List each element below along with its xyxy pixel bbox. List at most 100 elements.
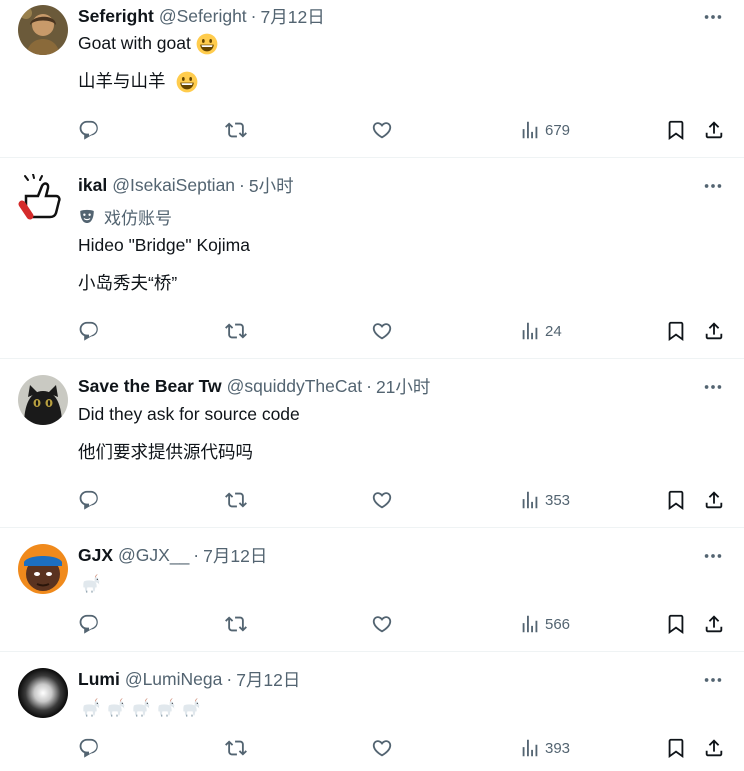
user-handle[interactable]: @squiddyTheCat xyxy=(227,376,362,397)
avatar[interactable] xyxy=(18,668,68,718)
timestamp[interactable]: 7月12日 xyxy=(236,667,300,692)
reply-button[interactable] xyxy=(78,118,100,142)
bar-chart-icon xyxy=(519,489,541,511)
share-button[interactable] xyxy=(703,319,725,343)
tweet[interactable]: ikal @IsekaiSeptian · 5小时 戏仿账号 Hideo "Br… xyxy=(0,158,744,359)
more-options-icon[interactable] xyxy=(702,545,724,567)
bookmark-button[interactable] xyxy=(665,319,687,343)
share-button[interactable] xyxy=(703,488,725,512)
reply-button[interactable] xyxy=(78,736,100,760)
action-bar: 566 xyxy=(78,612,726,636)
parody-label: 戏仿账号 xyxy=(104,209,172,228)
retweet-icon xyxy=(225,119,247,141)
like-button[interactable] xyxy=(371,488,393,512)
more-options-icon[interactable] xyxy=(702,175,724,197)
views-button[interactable]: 353 xyxy=(519,488,570,512)
action-bar: 679 xyxy=(78,118,726,142)
tweet-header: Save the Bear Tw @squiddyTheCat · 21小时 xyxy=(78,375,430,397)
goat-emoji-icon xyxy=(178,696,202,720)
views-count: 679 xyxy=(545,121,571,139)
goat-emoji-icon xyxy=(128,696,152,720)
avatar[interactable] xyxy=(18,5,68,55)
tweet-header: ikal @IsekaiSeptian · 5小时 xyxy=(78,174,294,196)
theater-mask-icon xyxy=(80,209,94,223)
parody-account-badge: 戏仿账号 xyxy=(78,204,172,229)
display-name[interactable]: ikal xyxy=(78,175,107,196)
share-button[interactable] xyxy=(703,736,725,760)
views-button[interactable]: 393 xyxy=(519,736,570,760)
share-icon xyxy=(703,613,725,635)
display-name[interactable]: Lumi xyxy=(78,669,120,690)
retweet-button[interactable] xyxy=(225,612,247,636)
reply-button[interactable] xyxy=(78,319,100,343)
retweet-button[interactable] xyxy=(225,319,247,343)
retweet-button[interactable] xyxy=(225,736,247,760)
separator: · xyxy=(250,5,257,26)
share-icon xyxy=(703,320,725,342)
share-button[interactable] xyxy=(703,118,725,142)
views-button[interactable]: 24 xyxy=(519,319,562,343)
tweet-text-content: Goat with goat xyxy=(78,33,191,53)
tweet-header: Lumi @LumiNega · 7月12日 xyxy=(78,668,300,690)
display-name[interactable]: GJX xyxy=(78,545,113,566)
bar-chart-icon xyxy=(519,613,541,635)
more-options-icon[interactable] xyxy=(702,669,724,691)
timestamp[interactable]: 7月12日 xyxy=(203,543,267,568)
tweet-header: GJX @GJX__ · 7月12日 xyxy=(78,544,267,566)
bookmark-icon xyxy=(665,119,687,141)
timestamp[interactable]: 21小时 xyxy=(376,374,430,399)
avatar[interactable] xyxy=(18,544,68,594)
views-button[interactable]: 679 xyxy=(519,118,570,142)
timestamp[interactable]: 7月12日 xyxy=(261,4,325,29)
bookmark-icon xyxy=(665,320,687,342)
bar-chart-icon xyxy=(519,320,541,342)
like-button[interactable] xyxy=(371,319,393,343)
bar-chart-icon xyxy=(519,119,541,141)
bookmark-icon xyxy=(665,613,687,635)
tweet[interactable]: GJX @GJX__ · 7月12日 566 xyxy=(0,528,744,652)
more-options-icon[interactable] xyxy=(702,6,724,28)
heart-icon xyxy=(371,613,393,635)
user-handle[interactable]: @GJX__ xyxy=(118,545,189,566)
reply-button[interactable] xyxy=(78,612,100,636)
bookmark-button[interactable] xyxy=(665,118,687,142)
display-name[interactable]: Seferight xyxy=(78,6,154,27)
tweet-translation: 山羊与山羊 xyxy=(78,68,198,93)
user-handle[interactable]: @IsekaiSeptian xyxy=(112,175,235,196)
reply-button[interactable] xyxy=(78,488,100,512)
tweet[interactable]: Save the Bear Tw @squiddyTheCat · 21小时 D… xyxy=(0,359,744,528)
share-icon xyxy=(703,489,725,511)
like-button[interactable] xyxy=(371,736,393,760)
views-button[interactable]: 566 xyxy=(519,612,570,636)
user-handle[interactable]: @LumiNega xyxy=(125,669,223,690)
like-button[interactable] xyxy=(371,612,393,636)
bookmark-button[interactable] xyxy=(665,488,687,512)
retweet-icon xyxy=(225,613,247,635)
bookmark-icon xyxy=(665,489,687,511)
reply-icon xyxy=(78,119,100,141)
like-button[interactable] xyxy=(371,118,393,142)
tweet-translation: 他们要求提供源代码吗 xyxy=(78,442,253,462)
more-options-icon[interactable] xyxy=(702,376,724,398)
tweet[interactable]: Lumi @LumiNega · 7月12日 393 xyxy=(0,652,744,771)
tweet[interactable]: Seferight @Seferight · 7月12日 Goat with g… xyxy=(0,0,744,158)
bookmark-button[interactable] xyxy=(665,736,687,760)
timestamp[interactable]: 5小时 xyxy=(249,173,294,198)
reply-icon xyxy=(78,489,100,511)
retweet-button[interactable] xyxy=(225,118,247,142)
bar-chart-icon xyxy=(519,737,541,759)
user-handle[interactable]: @Seferight xyxy=(159,6,247,27)
avatar[interactable] xyxy=(18,174,68,224)
avatar[interactable] xyxy=(18,375,68,425)
retweet-button[interactable] xyxy=(225,488,247,512)
grinning-face-emoji-icon xyxy=(196,33,218,55)
heart-icon xyxy=(371,119,393,141)
display-name[interactable]: Save the Bear Tw xyxy=(78,376,222,397)
share-button[interactable] xyxy=(703,612,725,636)
heart-icon xyxy=(371,320,393,342)
goat-emoji-icon xyxy=(78,696,102,720)
action-bar: 24 xyxy=(78,319,726,343)
translation-text: 山羊与山羊 xyxy=(78,71,166,91)
views-count: 353 xyxy=(545,491,571,509)
bookmark-button[interactable] xyxy=(665,612,687,636)
